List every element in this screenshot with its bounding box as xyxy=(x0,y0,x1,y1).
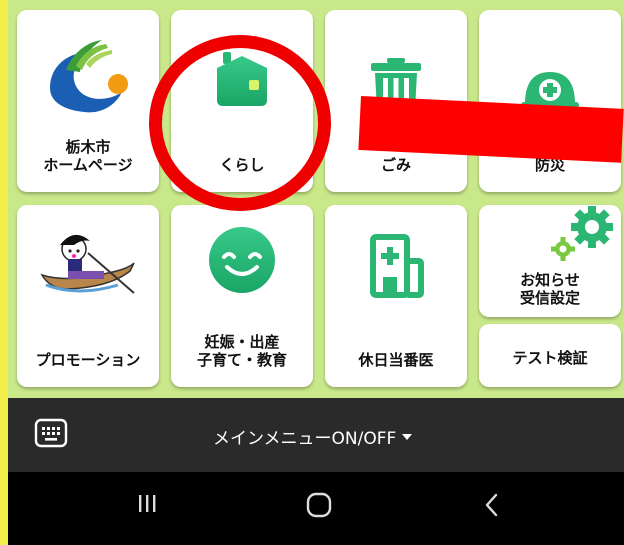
gear-icon xyxy=(551,206,613,261)
left-edge-strip xyxy=(0,0,8,545)
tile-label: 休日当番医 xyxy=(358,351,434,369)
boat-mascot-icon xyxy=(40,234,135,294)
back-icon[interactable] xyxy=(482,492,502,518)
tile-test-kensho[interactable]: テスト検証 xyxy=(479,324,621,387)
app-screen: 栃木市 ホームページ くらし ごみ 防災 プロモーション 妊娠・出産 子育て・教… xyxy=(0,0,624,545)
tile-label: 妊娠・出産 子育て・教育 xyxy=(196,333,287,369)
main-menu-bar: メインメニューON/OFF xyxy=(8,398,624,472)
tile-label: ごみ xyxy=(380,156,411,174)
tile-tochigi-homepage[interactable]: 栃木市 ホームページ xyxy=(17,10,159,192)
home-icon[interactable] xyxy=(306,492,332,518)
tile-label: プロモーション xyxy=(35,351,141,369)
house-icon xyxy=(217,52,267,106)
recent-apps-icon[interactable] xyxy=(136,492,158,514)
tile-ninshin-kosodate[interactable]: 妊娠・出産 子育て・教育 xyxy=(171,205,313,387)
tile-label: お知らせ 受信設定 xyxy=(519,271,580,307)
tile-bousai[interactable]: 防災 xyxy=(479,10,621,192)
tile-kurashi[interactable]: くらし xyxy=(171,10,313,192)
hospital-icon xyxy=(370,234,424,298)
tile-promotion[interactable]: プロモーション xyxy=(17,205,159,387)
system-nav-bar xyxy=(8,472,624,545)
city-emblem-icon xyxy=(50,40,128,113)
tile-kyujitsu-touban-i[interactable]: 休日当番医 xyxy=(325,205,467,387)
keyboard-icon[interactable] xyxy=(34,418,68,448)
helmet-icon xyxy=(521,72,579,108)
smiley-face-icon xyxy=(209,227,275,293)
tile-oshirase-settings[interactable]: お知らせ 受信設定 xyxy=(479,205,621,317)
main-menu-toggle[interactable]: メインメニューON/OFF xyxy=(213,424,413,449)
caret-down-icon xyxy=(402,433,413,440)
tile-label: くらし xyxy=(219,156,265,174)
tile-label: 栃木市 ホームページ xyxy=(43,138,133,174)
main-menu-toggle-label: メインメニューON/OFF xyxy=(213,429,397,449)
tile-label: テスト検証 xyxy=(512,349,588,367)
